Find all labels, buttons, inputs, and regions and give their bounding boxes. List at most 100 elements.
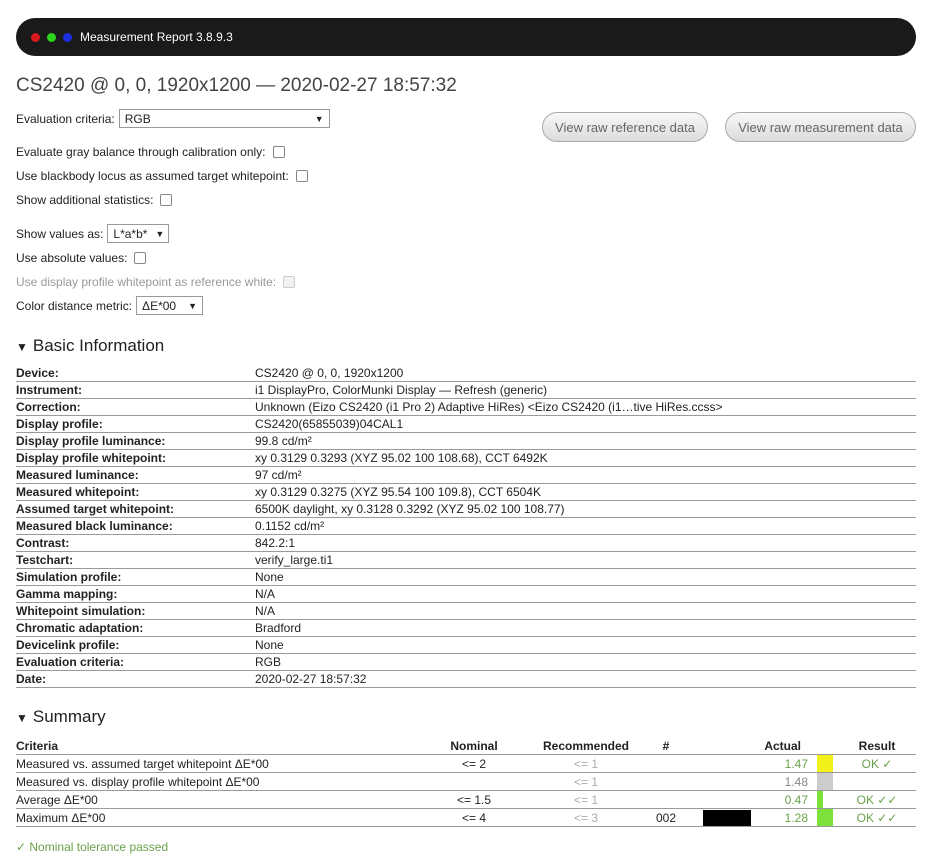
gray-balance-label: Evaluate gray balance through calibratio… [16, 145, 266, 159]
additional-stats-label: Show additional statistics: [16, 193, 154, 207]
info-row: Whitepoint simulation: N/A [16, 603, 916, 620]
info-key: Gamma mapping: [16, 587, 118, 601]
blackbody-checkbox[interactable] [295, 170, 308, 182]
basic-info-heading-text: Basic Information [32, 336, 165, 355]
show-values-as-select[interactable]: L*a*b* ▼ [107, 224, 170, 243]
minimize-dot-icon[interactable] [63, 33, 72, 42]
summary-row: Maximum ΔE*00 <= 4 <= 3 002 1.28 OK ✓✓ [16, 809, 916, 827]
summary-heading-text: Summary [32, 707, 106, 726]
summary-row: Average ΔE*00 <= 1.5 <= 1 0.47 OK ✓✓ [16, 791, 916, 809]
info-value: verify_large.ti1 [255, 553, 334, 567]
criteria-cell: Maximum ΔE*00 [16, 811, 106, 825]
info-value: None [255, 570, 284, 584]
info-value: 0.1152 cd/m² [255, 519, 325, 533]
summary-row: Measured vs. assumed target whitepoint Δ… [16, 755, 916, 773]
info-value: 842.2:1 [255, 536, 296, 550]
delta-bar [817, 791, 823, 808]
info-row: Contrast: 842.2:1 [16, 535, 916, 552]
info-value: 2020-02-27 18:57:32 [255, 672, 367, 686]
distance-metric-select[interactable]: ΔE*00 ▼ [136, 296, 204, 315]
page-title: CS2420 @ 0, 0, 1920x1200 — 2020-02-27 18… [16, 75, 457, 96]
evaluation-criteria-option: Evaluation criteria: RGB ▼ [16, 109, 330, 128]
criteria-header: Criteria [16, 739, 59, 753]
basic-info-heading[interactable]: ▼ Basic Information [16, 336, 164, 356]
info-row: Gamma mapping: N/A [16, 586, 916, 603]
title-bar: Measurement Report 3.8.9.3 [16, 18, 916, 56]
info-key: Display profile luminance: [16, 434, 166, 448]
info-key: Measured luminance: [16, 468, 139, 482]
view-raw-measurement-button[interactable]: View raw measurement data [725, 112, 916, 142]
delta-bar [817, 755, 833, 772]
blackbody-option: Use blackbody locus as assumed target wh… [16, 169, 308, 183]
info-row: Correction: Unknown (Eizo CS2420 (i1 Pro … [16, 399, 916, 416]
criteria-cell: Measured vs. display profile whitepoint … [16, 775, 260, 789]
delta-bar [817, 773, 833, 790]
info-row: Instrument: i1 DisplayPro, ColorMunki Dis… [16, 382, 916, 399]
info-key: Devicelink profile: [16, 638, 120, 652]
profile-whitepoint-checkbox [283, 276, 296, 288]
info-row: Measured black luminance: 0.1152 cd/m² [16, 518, 916, 535]
show-values-as-value: L*a*b* [113, 226, 148, 241]
info-row: Assumed target whitepoint: 6500K daylight… [16, 501, 916, 518]
summary-heading[interactable]: ▼ Summary [16, 707, 106, 727]
info-key: Measured black luminance: [16, 519, 173, 533]
info-value: N/A [255, 604, 276, 618]
recommended-header: Recommended [542, 739, 630, 753]
info-row: Measured luminance: 97 cd/m² [16, 467, 916, 484]
gray-balance-checkbox[interactable] [272, 146, 285, 158]
result-cell: OK ✓✓ [856, 793, 898, 807]
blackbody-label: Use blackbody locus as assumed target wh… [16, 169, 289, 183]
evaluation-criteria-label: Evaluation criteria: [16, 111, 115, 126]
info-value: None [255, 638, 284, 652]
info-value: Bradford [255, 621, 302, 635]
nominal-cell: <= 4 [461, 811, 487, 825]
collapse-triangle-icon: ▼ [16, 711, 28, 725]
chevron-down-icon: ▼ [314, 113, 324, 124]
info-key: Measured whitepoint: [16, 485, 140, 499]
number-header: # [662, 739, 670, 753]
info-row: Chromatic adaptation: Bradford [16, 620, 916, 637]
info-key: Testchart: [16, 553, 74, 567]
info-value: CS2420(65855039)04CAL1 [255, 417, 404, 431]
recommended-cell: <= 1 [573, 757, 599, 771]
info-key: Instrument: [16, 383, 82, 397]
info-row: Devicelink profile: None [16, 637, 916, 654]
collapse-triangle-icon: ▼ [16, 340, 28, 354]
profile-whitepoint-label: Use display profile whitepoint as refere… [16, 275, 277, 289]
view-raw-reference-button[interactable]: View raw reference data [542, 112, 708, 142]
info-value: i1 DisplayPro, ColorMunki Display — Refr… [255, 383, 548, 397]
info-value: 97 cd/m² [255, 468, 302, 482]
recommended-cell: <= 3 [573, 811, 599, 825]
close-dot-icon[interactable] [31, 33, 40, 42]
actual-cell: 0.47 [784, 793, 808, 807]
profile-whitepoint-option: Use display profile whitepoint as refere… [16, 275, 296, 289]
absolute-values-checkbox[interactable] [134, 252, 147, 264]
show-values-as-label: Show values as: [16, 226, 104, 241]
chevron-down-icon: ▼ [155, 228, 165, 239]
evaluation-criteria-value: RGB [124, 111, 151, 126]
distance-metric-label: Color distance metric: [16, 298, 133, 313]
gray-balance-option: Evaluate gray balance through calibratio… [16, 145, 285, 159]
maximize-dot-icon[interactable] [47, 33, 56, 42]
info-key: Simulation profile: [16, 570, 122, 584]
info-key: Display profile whitepoint: [16, 451, 167, 465]
additional-stats-checkbox[interactable] [160, 194, 173, 206]
info-value: 99.8 cd/m² [255, 434, 312, 448]
info-row: Simulation profile: None [16, 569, 916, 586]
chevron-down-icon: ▼ [188, 300, 198, 311]
criteria-cell: Average ΔE*00 [16, 793, 98, 807]
info-key: Contrast: [16, 536, 70, 550]
color-swatch [703, 810, 751, 826]
nominal-tolerance-status: ✓ Nominal tolerance passed [16, 840, 169, 854]
basic-info-table: Device: CS2420 @ 0, 0, 1920x1200 Instrumen… [16, 365, 916, 688]
info-value: xy 0.3129 0.3293 (XYZ 95.02 100 108.68),… [255, 451, 548, 465]
recommended-cell: <= 1 [573, 793, 599, 807]
actual-header: Actual [764, 739, 801, 753]
result-cell: OK ✓ [861, 757, 893, 771]
additional-stats-option: Show additional statistics: [16, 193, 173, 207]
patch-number-cell: 002 [655, 811, 677, 825]
info-row: Display profile: CS2420(65855039)04CAL1 [16, 416, 916, 433]
info-key: Evaluation criteria: [16, 655, 125, 669]
evaluation-criteria-select[interactable]: RGB ▼ [118, 109, 330, 128]
nominal-cell: <= 2 [461, 757, 487, 771]
